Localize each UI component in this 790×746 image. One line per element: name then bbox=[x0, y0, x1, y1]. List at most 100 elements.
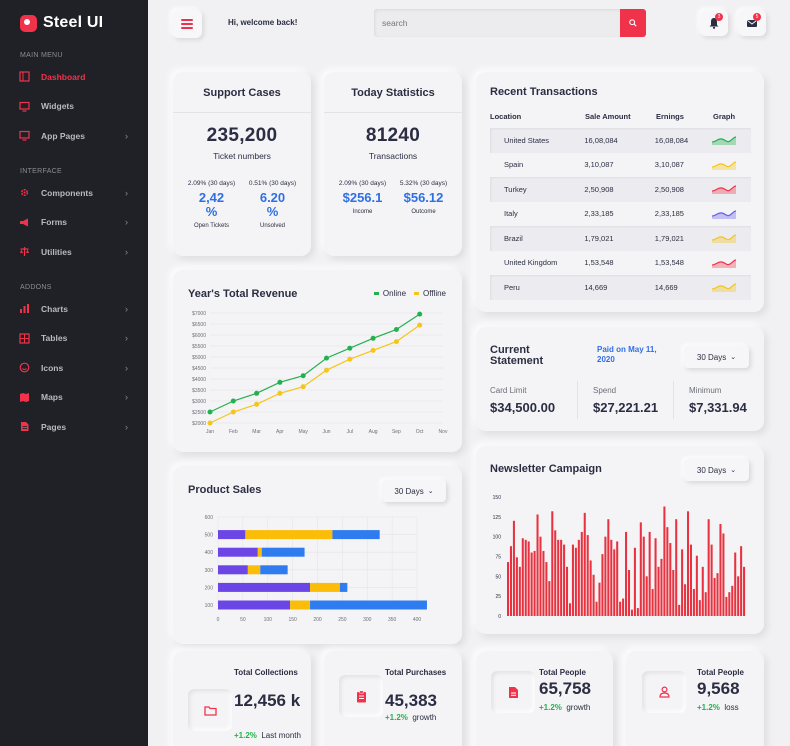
table-row[interactable]: United States 16,08,084 16,08,084 bbox=[490, 128, 751, 153]
amount-cell: 2,50,908 bbox=[584, 184, 614, 194]
total-people-title-2: Total People bbox=[697, 668, 744, 677]
y-tick-label: $2000 bbox=[192, 421, 206, 427]
x-tick-label: Mar bbox=[252, 429, 261, 435]
data-point bbox=[207, 409, 213, 415]
table-row[interactable]: Peru 14,669 14,669 bbox=[490, 275, 751, 300]
sidebar-item-label: Components bbox=[41, 187, 93, 198]
table-row[interactable]: Spain 3,10,087 3,10,087 bbox=[490, 153, 751, 178]
campaign-bar bbox=[672, 569, 675, 616]
sidebar-item-label: Widgets bbox=[41, 101, 74, 112]
notifications-badge: 3 bbox=[715, 13, 723, 21]
campaign-bar bbox=[722, 533, 725, 616]
spend: Spend $27,221.21 bbox=[593, 386, 659, 415]
campaign-bar bbox=[639, 522, 642, 616]
brand[interactable]: Steel UI bbox=[0, 0, 148, 46]
sidebar-item-charts[interactable]: Charts › bbox=[0, 294, 148, 324]
x-tick-label: Jun bbox=[322, 429, 330, 435]
campaign-bar bbox=[518, 566, 521, 616]
campaign-bar bbox=[610, 539, 613, 616]
campaign-bar bbox=[713, 577, 716, 616]
clipboard-icon bbox=[356, 690, 366, 702]
app-pages-icon bbox=[19, 130, 30, 141]
earnings-cell: 3,10,087 bbox=[654, 160, 684, 170]
sparkline-graph bbox=[711, 232, 751, 244]
x-tick-label: 250 bbox=[338, 617, 347, 623]
earnings-cell: 16,08,084 bbox=[654, 135, 689, 145]
campaign-bar bbox=[536, 514, 539, 616]
y-tick-label: 100 bbox=[205, 603, 214, 609]
menu-toggle-button[interactable] bbox=[172, 10, 202, 38]
search-button[interactable] bbox=[620, 9, 646, 37]
campaign-bar bbox=[657, 566, 660, 616]
map-icon bbox=[19, 392, 30, 403]
brand-logo-icon bbox=[20, 14, 37, 32]
sidebar-item-dashboard[interactable]: Dashboard bbox=[0, 62, 148, 92]
data-point bbox=[207, 420, 213, 426]
megaphone-icon bbox=[19, 217, 30, 228]
table-row[interactable]: United Kingdom 1,53,548 1,53,548 bbox=[490, 251, 751, 276]
campaign-bar bbox=[592, 574, 595, 616]
campaign-bar bbox=[719, 523, 722, 616]
campaign-bar bbox=[734, 552, 737, 616]
sparkline-icon bbox=[712, 136, 737, 146]
campaign-bar bbox=[731, 585, 734, 616]
table-row[interactable]: Italy 2,33,185 2,33,185 bbox=[490, 202, 751, 227]
sidebar-item-maps[interactable]: Maps › bbox=[0, 383, 148, 413]
people-icon-box-2 bbox=[642, 671, 686, 713]
sidebar-item-icons[interactable]: Icons › bbox=[0, 353, 148, 383]
sidebar-item-utilities[interactable]: Utilities › bbox=[0, 237, 148, 267]
divider bbox=[324, 112, 462, 113]
recent-transactions-title: Recent Transactions bbox=[490, 86, 598, 98]
chevron-right-icon: › bbox=[125, 392, 128, 403]
current-statement-card: Current Statement Paid on May 11, 2020 3… bbox=[476, 327, 764, 431]
support-cases-title: Support Cases bbox=[203, 87, 281, 99]
divider bbox=[577, 381, 578, 419]
campaign-bar bbox=[507, 562, 510, 616]
notifications-button[interactable]: 3 bbox=[700, 10, 728, 36]
sidebar-item-pages[interactable]: Pages › bbox=[0, 412, 148, 442]
table-row[interactable]: Brazil 1,79,021 1,79,021 bbox=[490, 226, 751, 251]
campaign-bar bbox=[595, 601, 598, 616]
sidebar-item-label: Pages bbox=[41, 421, 67, 432]
total-people-value-2: 9,568 bbox=[697, 679, 740, 698]
x-tick-label: 300 bbox=[363, 617, 372, 623]
x-tick-label: 350 bbox=[388, 617, 397, 623]
data-point bbox=[277, 379, 283, 385]
location-cell: Brazil bbox=[504, 233, 523, 243]
bar-segment bbox=[218, 582, 311, 592]
sidebar-item-widgets[interactable]: Widgets bbox=[0, 92, 148, 122]
sidebar-item-forms[interactable]: Forms › bbox=[0, 208, 148, 238]
x-tick-label: Jan bbox=[206, 429, 214, 435]
table-row[interactable]: Turkey 2,50,908 2,50,908 bbox=[490, 177, 751, 202]
amount-cell: 14,669 bbox=[584, 282, 608, 292]
messages-button[interactable]: 5 bbox=[738, 10, 766, 36]
amount-cell: 2,33,185 bbox=[584, 209, 614, 219]
statement-period-dropdown[interactable]: 30 Days ⌄ bbox=[684, 346, 749, 368]
campaign-bar bbox=[542, 550, 545, 616]
campaign-bar bbox=[509, 546, 513, 616]
search-input[interactable] bbox=[374, 9, 620, 37]
campaign-bar bbox=[563, 544, 566, 616]
data-point bbox=[230, 398, 236, 404]
product-sales-card: Product Sales 30 Days ⌄ 0 50 100 150 200 250 3… bbox=[173, 466, 462, 644]
sidebar-item-app-pages[interactable]: App Pages › bbox=[0, 121, 148, 151]
sparkline-icon bbox=[712, 234, 737, 244]
newsletter-campaign-card: Newsletter Campaign 30 Days ⌄ 0 25 50 75 100… bbox=[476, 446, 764, 634]
sparkline-icon bbox=[712, 161, 737, 170]
campaign-bar bbox=[669, 543, 672, 616]
sidebar-item-components[interactable]: Components › bbox=[0, 178, 148, 208]
transactions-label: Transactions bbox=[368, 151, 418, 161]
x-tick-label: May bbox=[298, 429, 308, 435]
sidebar-item-tables[interactable]: Tables › bbox=[0, 324, 148, 354]
campaign-bar bbox=[521, 538, 524, 616]
table-icon bbox=[19, 333, 30, 344]
campaign-bar bbox=[737, 576, 740, 616]
income-stat: 2.09% (30 days) $256.1 Income bbox=[338, 180, 387, 215]
total-collections-value: 12,456 k bbox=[234, 691, 301, 710]
earnings-cell: 14,669 bbox=[654, 282, 678, 292]
data-point bbox=[254, 401, 260, 407]
amount-cell: 1,53,548 bbox=[584, 258, 614, 268]
series-line-online bbox=[209, 313, 421, 413]
location-cell: Spain bbox=[504, 160, 524, 170]
x-tick-label: 150 bbox=[288, 617, 297, 623]
